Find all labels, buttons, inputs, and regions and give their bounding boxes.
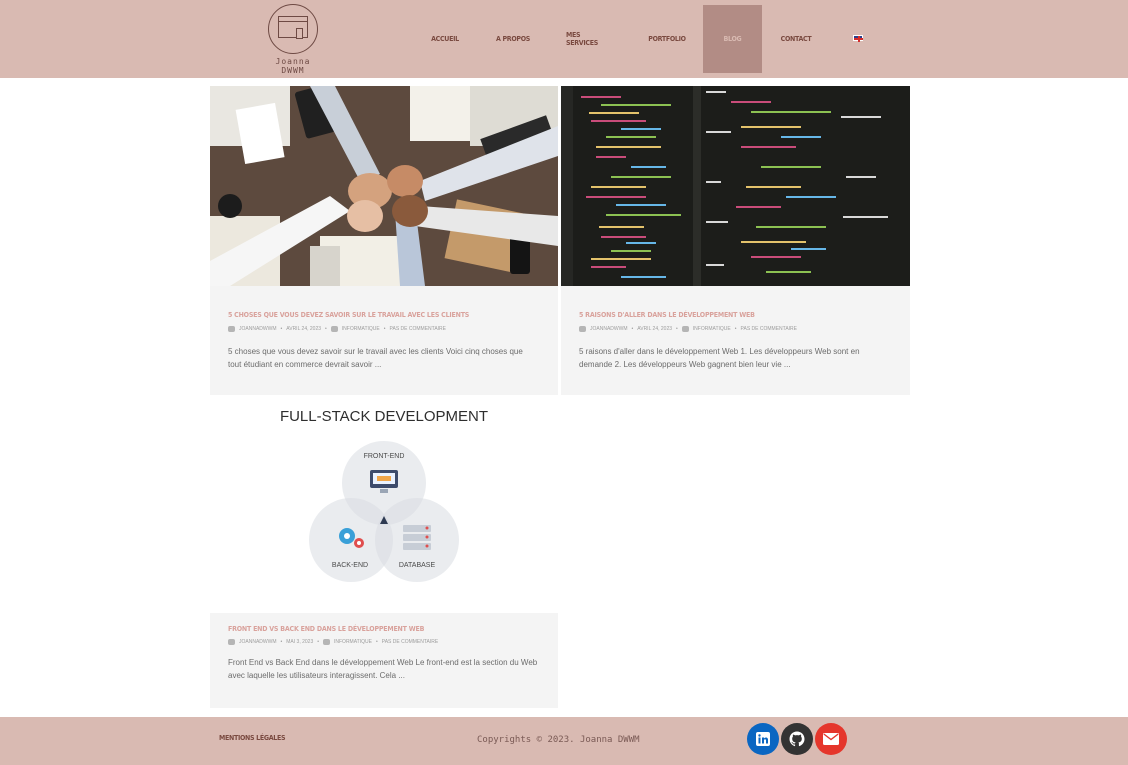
envelope-icon [823, 733, 839, 745]
phone-icon [296, 28, 303, 39]
post-title[interactable]: Front End vs Back End dans le développem… [228, 625, 424, 633]
user-icon [228, 326, 235, 332]
post-card[interactable]: FULL-STACK DEVELOPMENT FRONT-END BACK-EN… [210, 403, 558, 708]
nav-item-a-propos[interactable]: A propos [496, 5, 530, 73]
github-button[interactable] [781, 723, 813, 755]
monitor-icon [278, 16, 308, 38]
post-meta: joannadwwm • mai 3, 2023 • Informatique … [228, 639, 438, 645]
nav-item-blog[interactable]: Blog [703, 5, 762, 73]
meta-separator: • [631, 326, 634, 332]
meta-separator: • [375, 639, 378, 645]
post-card[interactable]: 5 raisons d'aller dans le développement … [561, 86, 910, 395]
post-image-code[interactable] [561, 86, 910, 286]
post-category[interactable]: Informatique [342, 326, 380, 332]
post-comments[interactable]: Pas de commentaire [382, 639, 439, 645]
meta-separator: • [317, 639, 319, 645]
post-title[interactable]: 5 choses que vous devez savoir sur le tr… [228, 311, 469, 319]
meta-separator: • [280, 639, 283, 645]
nav-item-contact[interactable]: Contact [780, 5, 812, 73]
post-comments[interactable]: Pas de commentaire [390, 326, 447, 332]
post-title[interactable]: 5 raisons d'aller dans le développement … [579, 311, 755, 319]
logo-text: Joanna DWWM [275, 57, 311, 75]
nav-item-mes-services[interactable]: Mes services [566, 5, 612, 73]
folder-icon [323, 639, 330, 645]
meta-separator: • [325, 326, 327, 332]
linkedin-icon [756, 732, 770, 746]
legal-link[interactable]: Mentions légales [219, 734, 286, 742]
post-category[interactable]: Informatique [334, 639, 372, 645]
post-author[interactable]: joannadwwm [239, 326, 277, 332]
meta-separator: • [676, 326, 678, 332]
code-screenshot [561, 86, 910, 286]
folder-icon [330, 326, 338, 332]
post-meta: joannadwwm • avril 24, 2023 • Informatiq… [228, 326, 446, 332]
post-image-teamwork[interactable] [210, 86, 558, 286]
meta-separator: • [734, 326, 737, 332]
post-date: avril 24, 2023 [637, 326, 673, 332]
post-excerpt: 5 raisons d'aller dans le développement … [579, 347, 860, 369]
post-excerpt: 5 choses que vous devez savoir sur le tr… [228, 347, 523, 369]
post-card[interactable]: 5 choses que vous devez savoir sur le tr… [210, 86, 558, 395]
post-date: mai 3, 2023 [286, 639, 314, 645]
site-header: Joanna DWWM Accueil A propos Mes service… [0, 0, 1128, 78]
uk-flag-icon[interactable] [853, 35, 863, 42]
meta-separator: • [280, 326, 283, 332]
github-icon [789, 731, 805, 747]
user-icon [579, 326, 586, 332]
email-button[interactable] [815, 723, 847, 755]
linkedin-button[interactable] [747, 723, 779, 755]
post-date: avril 24, 2023 [286, 326, 322, 332]
nav-item-accueil[interactable]: Accueil [428, 5, 462, 73]
teamwork-photo [210, 86, 558, 286]
folder-icon [681, 326, 689, 332]
meta-separator: • [383, 326, 386, 332]
post-image-fullstack[interactable]: FULL-STACK DEVELOPMENT FRONT-END BACK-EN… [210, 403, 558, 613]
site-footer: Mentions légales Copyrights © 2023. Joan… [0, 717, 1128, 765]
post-category[interactable]: Informatique [693, 326, 731, 332]
site-logo[interactable]: Joanna DWWM [262, 4, 324, 75]
post-meta: joannadwwm • avril 24, 2023 • Informatiq… [579, 326, 797, 332]
post-comments[interactable]: Pas de commentaire [741, 326, 798, 332]
post-author[interactable]: joannadwwm [590, 326, 628, 332]
diagram-icons [339, 470, 431, 550]
user-icon [228, 639, 235, 645]
nav-item-portfolio[interactable]: Portfolio [648, 5, 686, 73]
copyright-text: Copyrights © 2023. Joanna DWWM [477, 735, 640, 745]
post-author[interactable]: joannadwwm [239, 639, 277, 645]
post-excerpt: Front End vs Back End dans le développem… [228, 658, 538, 680]
